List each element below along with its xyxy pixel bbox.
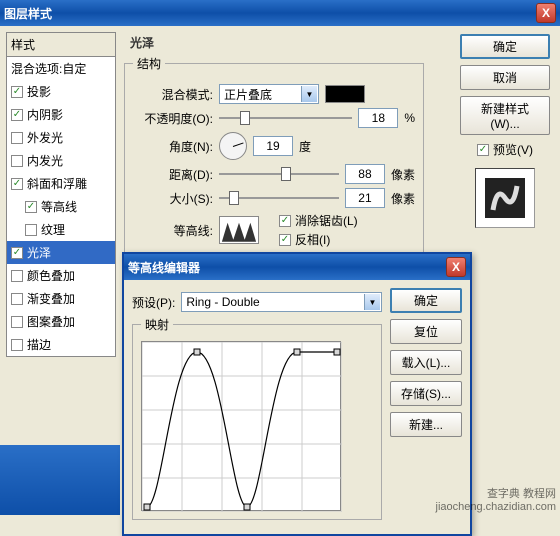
style-item-6[interactable]: 纹理 bbox=[7, 218, 115, 241]
style-item-4[interactable]: 斜面和浮雕 bbox=[7, 172, 115, 195]
checkbox-icon bbox=[477, 144, 489, 156]
style-item-7[interactable]: 光泽 bbox=[7, 241, 115, 264]
contour-label: 等高线: bbox=[133, 222, 213, 239]
styles-sidebar: 样式 混合选项:自定 投影内阴影外发光内发光斜面和浮雕等高线纹理光泽颜色叠加渐变… bbox=[6, 32, 116, 357]
style-item-label: 渐变叠加 bbox=[27, 290, 75, 307]
watermark: 查字典 教程网 jiaocheng.chazidian.com bbox=[436, 485, 556, 513]
contour-editor-titlebar: 等高线编辑器 X bbox=[124, 254, 470, 280]
color-swatch[interactable] bbox=[325, 85, 365, 103]
style-item-label: 内发光 bbox=[27, 152, 63, 169]
ok-button[interactable]: 确定 bbox=[460, 34, 550, 59]
checkbox-icon bbox=[11, 178, 23, 190]
angle-label: 角度(N): bbox=[133, 138, 213, 155]
dialog-titlebar: 图层样式 X bbox=[0, 0, 560, 26]
opacity-unit: % bbox=[404, 111, 415, 125]
close-button[interactable]: X bbox=[536, 3, 556, 23]
style-item-9[interactable]: 渐变叠加 bbox=[7, 287, 115, 310]
style-item-0[interactable]: 投影 bbox=[7, 80, 115, 103]
checkbox-icon bbox=[11, 270, 23, 282]
checkbox-icon bbox=[25, 224, 37, 236]
contour-editor-dialog: 等高线编辑器 X 预设(P): Ring - Double ▼ 映射 bbox=[122, 252, 472, 536]
checkbox-icon bbox=[11, 247, 23, 259]
structure-legend: 结构 bbox=[133, 55, 165, 72]
blend-mode-label: 混合模式: bbox=[133, 86, 213, 103]
style-item-2[interactable]: 外发光 bbox=[7, 126, 115, 149]
style-item-label: 描边 bbox=[27, 336, 51, 353]
style-item-label: 等高线 bbox=[41, 198, 77, 215]
chevron-down-icon: ▼ bbox=[364, 294, 380, 310]
style-item-label: 内阴影 bbox=[27, 106, 63, 123]
cancel-button[interactable]: 取消 bbox=[460, 65, 550, 90]
antialias-check[interactable]: 消除锯齿(L) bbox=[279, 212, 358, 229]
style-item-label: 斜面和浮雕 bbox=[27, 175, 87, 192]
size-unit: 像素 bbox=[391, 190, 415, 207]
invert-check[interactable]: 反相(I) bbox=[279, 231, 358, 248]
checkbox-icon bbox=[11, 155, 23, 167]
style-item-label: 颜色叠加 bbox=[27, 267, 75, 284]
contour-load-button[interactable]: 载入(L)... bbox=[390, 350, 462, 375]
structure-group: 结构 混合模式: 正片叠底 ▼ 不透明度(O): 18 % 角度(N): 19 … bbox=[124, 55, 424, 261]
style-item-8[interactable]: 颜色叠加 bbox=[7, 264, 115, 287]
close-icon: X bbox=[452, 260, 460, 274]
distance-unit: 像素 bbox=[391, 166, 415, 183]
contour-picker[interactable] bbox=[219, 216, 259, 244]
checkbox-icon bbox=[25, 201, 37, 213]
preview-thumbnail bbox=[475, 168, 535, 228]
checkbox-icon bbox=[11, 293, 23, 305]
contour-save-button[interactable]: 存储(S)... bbox=[390, 381, 462, 406]
style-item-10[interactable]: 图案叠加 bbox=[7, 310, 115, 333]
blend-options-item[interactable]: 混合选项:自定 bbox=[7, 57, 115, 80]
contour-reset-button[interactable]: 复位 bbox=[390, 319, 462, 344]
style-item-1[interactable]: 内阴影 bbox=[7, 103, 115, 126]
dialog-buttons: 确定 取消 新建样式(W)... 预览(V) bbox=[460, 34, 550, 228]
mapping-legend: 映射 bbox=[141, 316, 173, 333]
style-item-label: 外发光 bbox=[27, 129, 63, 146]
contour-curve-editor[interactable] bbox=[141, 341, 341, 511]
distance-input[interactable]: 88 bbox=[345, 164, 385, 184]
angle-dial[interactable] bbox=[219, 132, 247, 160]
distance-label: 距离(D): bbox=[133, 166, 213, 183]
chevron-down-icon: ▼ bbox=[301, 86, 317, 102]
checkbox-icon bbox=[11, 339, 23, 351]
preset-select[interactable]: Ring - Double ▼ bbox=[181, 292, 382, 312]
size-slider[interactable] bbox=[219, 189, 339, 207]
style-item-11[interactable]: 描边 bbox=[7, 333, 115, 356]
styles-header: 样式 bbox=[7, 33, 115, 57]
contour-close-button[interactable]: X bbox=[446, 257, 466, 277]
dialog-title: 图层样式 bbox=[4, 5, 52, 22]
style-item-3[interactable]: 内发光 bbox=[7, 149, 115, 172]
close-icon: X bbox=[542, 6, 550, 20]
checkbox-icon bbox=[11, 316, 23, 328]
checkbox-icon bbox=[279, 234, 291, 246]
checkbox-icon bbox=[11, 86, 23, 98]
distance-slider[interactable] bbox=[219, 165, 339, 183]
contour-ok-button[interactable]: 确定 bbox=[390, 288, 462, 313]
size-label: 大小(S): bbox=[133, 190, 213, 207]
opacity-slider[interactable] bbox=[219, 109, 352, 127]
contour-editor-title: 等高线编辑器 bbox=[128, 259, 200, 276]
checkbox-icon bbox=[11, 109, 23, 121]
obscured-corner bbox=[0, 445, 120, 515]
style-item-5[interactable]: 等高线 bbox=[7, 195, 115, 218]
style-item-label: 纹理 bbox=[41, 221, 65, 238]
angle-input[interactable]: 19 bbox=[253, 136, 293, 156]
preview-check[interactable]: 预览(V) bbox=[460, 141, 550, 158]
preset-label: 预设(P): bbox=[132, 294, 175, 311]
blend-mode-select[interactable]: 正片叠底 ▼ bbox=[219, 84, 319, 104]
opacity-label: 不透明度(O): bbox=[133, 110, 213, 127]
checkbox-icon bbox=[279, 215, 291, 227]
mapping-group: 映射 bbox=[132, 316, 382, 520]
opacity-input[interactable]: 18 bbox=[358, 108, 398, 128]
contour-new-button[interactable]: 新建... bbox=[390, 412, 462, 437]
style-item-label: 光泽 bbox=[27, 244, 51, 261]
angle-unit: 度 bbox=[299, 138, 311, 155]
style-item-label: 图案叠加 bbox=[27, 313, 75, 330]
size-input[interactable]: 21 bbox=[345, 188, 385, 208]
style-item-label: 投影 bbox=[27, 83, 51, 100]
checkbox-icon bbox=[11, 132, 23, 144]
new-style-button[interactable]: 新建样式(W)... bbox=[460, 96, 550, 135]
